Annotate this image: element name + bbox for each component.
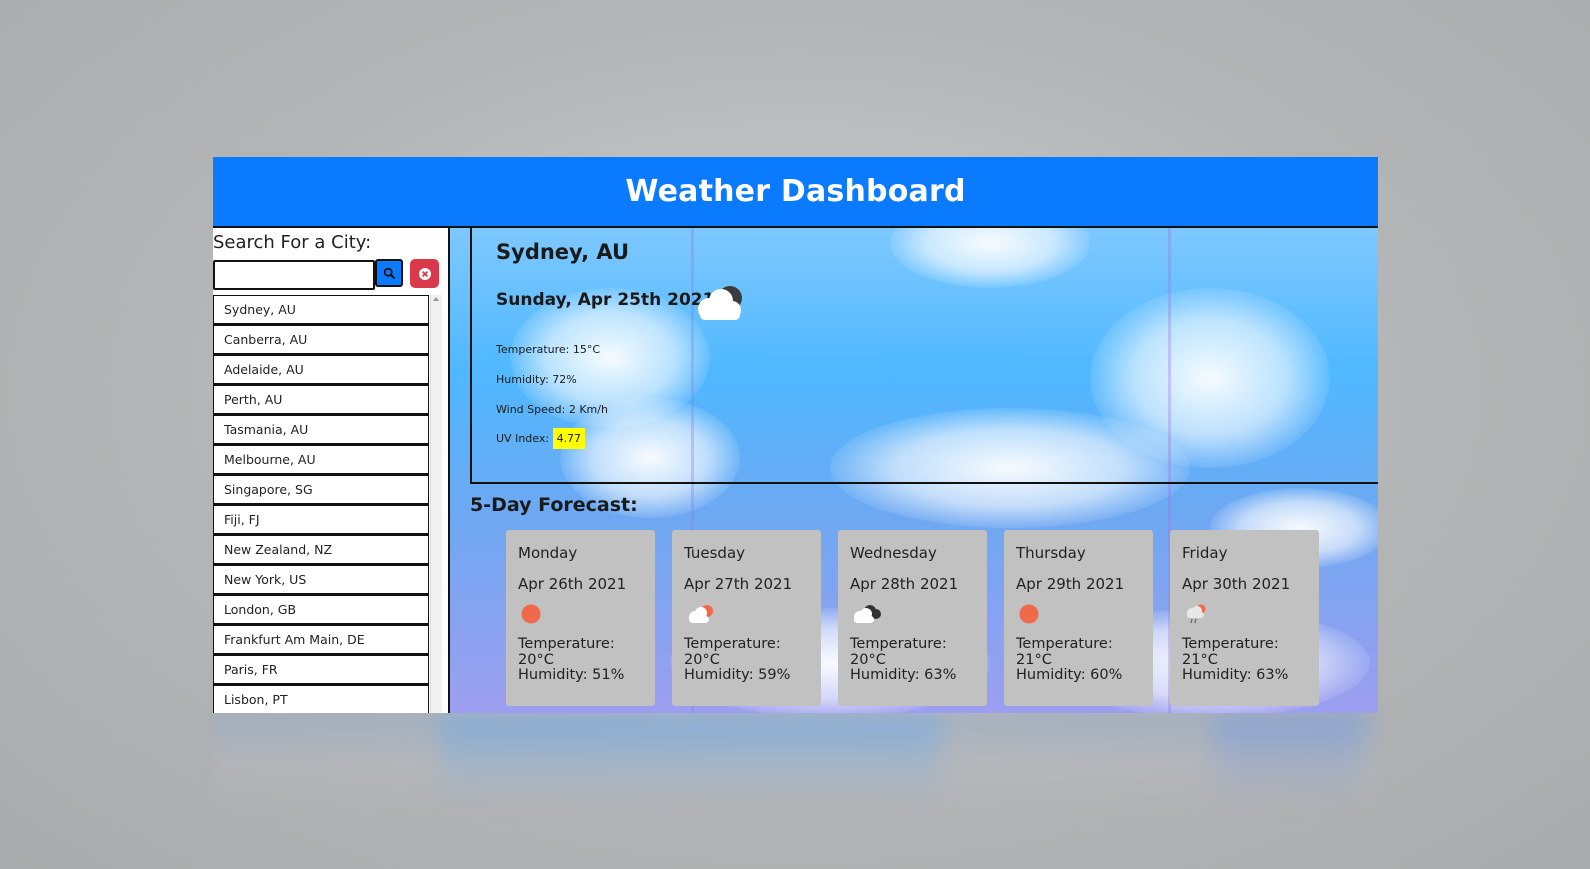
forecast-date: Apr 27th 2021 <box>684 575 793 593</box>
current-weather-panel: Sydney, AU Sunday, Apr 25th 2021 Tempera… <box>470 228 1378 484</box>
sun-icon <box>521 604 541 624</box>
partly-cloudy-icon <box>689 605 713 623</box>
forecast-humidity: Humidity: 59% <box>684 667 791 683</box>
forecast-card: Tuesday Apr 27th 2021 Temperature: 20°C … <box>672 530 821 706</box>
forecast-day: Tuesday <box>684 544 746 562</box>
city-history-item[interactable]: New Zealand, NZ <box>213 535 429 565</box>
forecast-title: 5-Day Forecast: <box>470 494 638 516</box>
city-history-item[interactable]: Paris, FR <box>213 655 429 685</box>
city-history-item[interactable]: London, GB <box>213 595 429 625</box>
page-header: Weather Dashboard <box>213 157 1378 228</box>
uv-index-value: 4.77 <box>552 428 586 449</box>
current-date: Sunday, Apr 25th 2021 <box>496 290 715 310</box>
forecast-card: Wednesday Apr 28th 2021 Temperature: 20°… <box>838 530 987 706</box>
city-history-item[interactable]: Melbourne, AU <box>213 445 429 475</box>
city-history-item[interactable]: Sydney, AU <box>213 295 429 325</box>
search-button[interactable] <box>375 259 403 287</box>
city-history-item[interactable]: Fiji, FJ <box>213 505 429 535</box>
broken-clouds-icon <box>854 605 881 623</box>
current-city-name: Sydney, AU <box>496 240 630 264</box>
search-title: Search For a City: <box>213 232 372 253</box>
current-uv-index: UV Index: 4.77 <box>496 428 586 449</box>
history-scrollbar[interactable] <box>430 295 442 713</box>
search-history-list: Sydney, AU Canberra, AU Adelaide, AU Perth,… <box>213 295 429 713</box>
uv-index-label: UV Index: <box>496 432 550 445</box>
page-title: Weather Dashboard <box>625 174 966 209</box>
forecast-temperature: Temperature: 21°C <box>1182 636 1279 668</box>
forecast-date: Apr 30th 2021 <box>1182 575 1291 593</box>
forecast-card: Friday Apr 30th 2021 Temperature: 21°C H… <box>1170 530 1319 706</box>
clear-history-button[interactable] <box>410 259 439 288</box>
forecast-day: Monday <box>518 544 578 562</box>
current-wind-speed: Wind Speed: 2 Km/h <box>496 403 608 416</box>
forecast-temperature: Temperature: 20°C <box>518 636 615 668</box>
forecast-day: Friday <box>1182 544 1228 562</box>
city-search-input[interactable] <box>213 260 375 290</box>
city-history-item[interactable]: Frankfurt Am Main, DE <box>213 625 429 655</box>
sun-icon <box>1019 604 1039 624</box>
forecast-humidity: Humidity: 60% <box>1016 667 1123 683</box>
forecast-card: Thursday Apr 29th 2021 Temperature: 21°C… <box>1004 530 1153 706</box>
search-icon <box>383 267 395 279</box>
close-circle-icon <box>418 267 431 280</box>
forecast-humidity: Humidity: 63% <box>1182 667 1289 683</box>
forecast-card: Monday Apr 26th 2021 Temperature: 20°C H… <box>506 530 655 706</box>
page-reflection <box>213 713 1378 823</box>
city-history-item[interactable]: Perth, AU <box>213 385 429 415</box>
cloud-night-icon <box>698 286 742 320</box>
city-history-item[interactable]: New York, US <box>213 565 429 595</box>
forecast-date: Apr 29th 2021 <box>1016 575 1125 593</box>
forecast-day: Thursday <box>1016 544 1086 562</box>
current-humidity: Humidity: 72% <box>496 373 577 386</box>
forecast-temperature: Temperature: 20°C <box>684 636 781 668</box>
forecast-date: Apr 26th 2021 <box>518 575 627 593</box>
scroll-up-icon[interactable] <box>433 297 439 301</box>
weather-dashboard-app: Weather Dashboard Search For a City: Syd… <box>213 157 1378 713</box>
forecast-temperature: Temperature: 21°C <box>1016 636 1113 668</box>
sidebar: Search For a City: Sydney, AU Canberra, A… <box>213 228 448 713</box>
forecast-humidity: Humidity: 51% <box>518 667 625 683</box>
main-content: Sydney, AU Sunday, Apr 25th 2021 Tempera… <box>450 228 1378 713</box>
city-history-item[interactable]: Lisbon, PT <box>213 685 429 713</box>
forecast-date: Apr 28th 2021 <box>850 575 959 593</box>
current-temperature: Temperature: 15°C <box>496 343 601 356</box>
city-history-item[interactable]: Tasmania, AU <box>213 415 429 445</box>
city-history-item[interactable]: Singapore, SG <box>213 475 429 505</box>
forecast-temperature: Temperature: 20°C <box>850 636 947 668</box>
rain-icon <box>1187 604 1206 624</box>
forecast-humidity: Humidity: 63% <box>850 667 957 683</box>
forecast-day: Wednesday <box>850 544 937 562</box>
city-history-item[interactable]: Canberra, AU <box>213 325 429 355</box>
city-history-item[interactable]: Adelaide, AU <box>213 355 429 385</box>
